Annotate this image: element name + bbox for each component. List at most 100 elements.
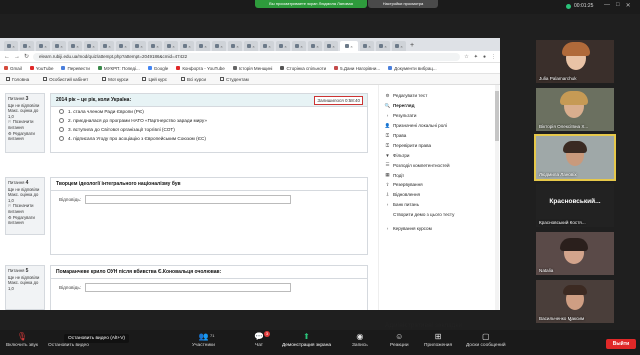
- browser-tab[interactable]: ×: [308, 41, 322, 51]
- browser-tab[interactable]: ×: [228, 41, 242, 51]
- admin-menu-item[interactable]: ⚙ Редагувати тест: [379, 91, 494, 101]
- site-nav-item[interactable]: Особистий кабінет: [43, 77, 88, 82]
- profile-icon[interactable]: ●: [483, 54, 486, 60]
- site-nav-item[interactable]: Цей курс: [142, 77, 167, 82]
- bookmark-item[interactable]: Gmail: [4, 66, 22, 71]
- menu-icon[interactable]: ⋮: [491, 54, 496, 60]
- browser-tab[interactable]: ×: [36, 41, 50, 51]
- participant-tile[interactable]: Красновський... Красновський Костя...: [536, 184, 614, 227]
- admin-menu-item[interactable]: Створити демо з цього тесту: [379, 210, 494, 220]
- view-settings-button[interactable]: Настройки просмотра: [368, 0, 438, 8]
- maximize-icon[interactable]: □: [616, 2, 620, 9]
- reactions-button[interactable]: ☺ Реакции: [390, 332, 409, 348]
- admin-menu-item[interactable]: › Банк питань: [379, 200, 494, 210]
- share-screen-button[interactable]: ⬆ Демонстрация экрана: [282, 332, 331, 348]
- browser-tab[interactable]: ×: [180, 41, 194, 51]
- radio-button[interactable]: [59, 118, 64, 123]
- browser-tab[interactable]: ×: [52, 41, 66, 51]
- chevron-down-icon[interactable]: ⌄: [568, 316, 573, 323]
- browser-tab[interactable]: ×: [84, 41, 98, 51]
- admin-menu-item[interactable]: 👤 Призначені локальні ролі: [379, 121, 494, 131]
- browser-tab[interactable]: ×: [244, 41, 258, 51]
- forward-icon[interactable]: →: [14, 54, 20, 60]
- bookmark-item[interactable]: Сторінка спільноти: [280, 66, 326, 71]
- browser-tab[interactable]: ×: [132, 41, 146, 51]
- browser-tab[interactable]: ×: [212, 41, 226, 51]
- answer-option[interactable]: 4. підписала Угоду про асоціацію з Європ…: [51, 134, 367, 143]
- star-icon[interactable]: ☆: [464, 54, 468, 60]
- answer-input[interactable]: [85, 195, 292, 204]
- bookmark-item[interactable]: Перевести: [61, 66, 90, 71]
- site-nav-item[interactable]: Головна: [6, 77, 29, 82]
- browser-tab[interactable]: ×: [164, 41, 178, 51]
- browser-tab[interactable]: ×: [292, 41, 306, 51]
- flag-question-link[interactable]: ⚐ Позначити питання: [8, 119, 42, 130]
- extensions-icon[interactable]: ✦: [474, 54, 478, 60]
- admin-menu-item[interactable]: ▼ Фільтри: [379, 150, 494, 160]
- close-icon[interactable]: ✕: [626, 2, 631, 9]
- browser-tab-active[interactable]: ×: [340, 41, 358, 51]
- admin-menu-item[interactable]: ☰ Розподіл компетентностей: [379, 160, 494, 170]
- unmute-button[interactable]: 🎙 Включить звук: [6, 332, 38, 348]
- browser-tab[interactable]: ×: [20, 41, 34, 51]
- browser-tab[interactable]: ×: [392, 41, 406, 51]
- site-nav-item[interactable]: Мої курси: [102, 77, 128, 82]
- chat-button[interactable]: 💬 3 Чат: [254, 331, 270, 348]
- participant-tile[interactable]: Julia Palamarchuk: [536, 40, 614, 83]
- new-tab-icon[interactable]: +: [410, 41, 414, 51]
- browser-tab[interactable]: ×: [276, 41, 290, 51]
- url-input[interactable]: elearn.rubiji.edu.ua/mod/quiz/attempt.ph…: [33, 52, 461, 61]
- bookmark-item[interactable]: Google: [147, 66, 168, 71]
- bookmark-item[interactable]: МУКРП: Попеді...: [97, 66, 140, 71]
- participant-tile-active-speaker[interactable]: Людмила Лановіх: [534, 134, 616, 181]
- browser-tab[interactable]: ×: [260, 41, 274, 51]
- admin-menu-item[interactable]: ⚿ Права: [379, 131, 494, 141]
- reload-icon[interactable]: ↻: [24, 53, 29, 60]
- answer-input[interactable]: [85, 283, 292, 292]
- bookmark-item[interactable]: YouTube: [29, 66, 53, 71]
- course-admin-link[interactable]: › Керування курсом: [379, 224, 494, 234]
- browser-tab[interactable]: ×: [4, 41, 18, 51]
- browser-tab[interactable]: ×: [116, 41, 130, 51]
- browser-tab[interactable]: ×: [376, 41, 390, 51]
- record-button[interactable]: ◉ Запись: [352, 332, 368, 348]
- answer-option[interactable]: 1. стала членом Ради Європи (РЄ): [51, 107, 367, 116]
- flag-question-link[interactable]: ⚐ Позначити питання: [8, 203, 42, 214]
- bookmark-item[interactable]: Історія Менщині: [232, 66, 272, 71]
- participants-button[interactable]: 👥 71 Участники: [192, 332, 215, 348]
- participant-tile[interactable]: Васильченко Максим: [536, 280, 614, 323]
- edit-question-link[interactable]: ⚙ Редагувати питання: [8, 215, 42, 226]
- radio-button[interactable]: [59, 109, 64, 114]
- admin-panel: ⚙ Редагувати тест 🔍 Перегляд › Результати 👤 При…: [378, 85, 494, 329]
- answer-option[interactable]: 2. приєдналася до програми НАТО «Партнер…: [51, 116, 367, 125]
- bookmark-item[interactable]: Документи вибрац...: [388, 66, 437, 71]
- edit-question-link[interactable]: ⚙ Редагувати питання: [8, 131, 42, 142]
- radio-button[interactable]: [59, 136, 64, 141]
- minimize-icon[interactable]: —: [604, 2, 610, 9]
- browser-tab[interactable]: ×: [196, 41, 210, 51]
- bookmark-item[interactable]: Конфорта - YouTube: [176, 66, 225, 71]
- answer-option[interactable]: 3. вступила до Світової організації торг…: [51, 125, 367, 134]
- admin-menu-item[interactable]: › Результати: [379, 111, 494, 121]
- admin-menu-item[interactable]: ⇩ Відновлення: [379, 190, 494, 200]
- bookmark-item[interactable]: 5.Дани Нагорівни...: [334, 66, 380, 71]
- whiteboards-button[interactable]: ▢ Доски сообщений: [466, 332, 506, 348]
- participant-tile[interactable]: Вікторія Олексіївна Х...: [536, 88, 614, 131]
- page-scrollbar[interactable]: [495, 85, 499, 310]
- site-nav-item[interactable]: Всі курси: [181, 77, 206, 82]
- admin-menu-item[interactable]: ⚿ Перевірити права: [379, 140, 494, 150]
- browser-tab[interactable]: ×: [100, 41, 114, 51]
- browser-tab[interactable]: ×: [360, 41, 374, 51]
- browser-tab[interactable]: ×: [148, 41, 162, 51]
- radio-button[interactable]: [59, 127, 64, 132]
- site-nav-item[interactable]: Студентам: [220, 77, 249, 82]
- back-icon[interactable]: ←: [4, 54, 10, 60]
- participant-tile[interactable]: Natalia: [536, 232, 614, 275]
- browser-tab[interactable]: ×: [324, 41, 338, 51]
- admin-menu-item[interactable]: 🔍 Перегляд: [379, 101, 494, 111]
- apps-button[interactable]: ⊞ Приложения: [424, 332, 452, 348]
- admin-menu-item[interactable]: ⇧ Резервування: [379, 180, 494, 190]
- browser-tab[interactable]: ×: [68, 41, 82, 51]
- leave-button[interactable]: Выйти: [606, 339, 636, 349]
- admin-menu-item[interactable]: ▦ Події: [379, 170, 494, 180]
